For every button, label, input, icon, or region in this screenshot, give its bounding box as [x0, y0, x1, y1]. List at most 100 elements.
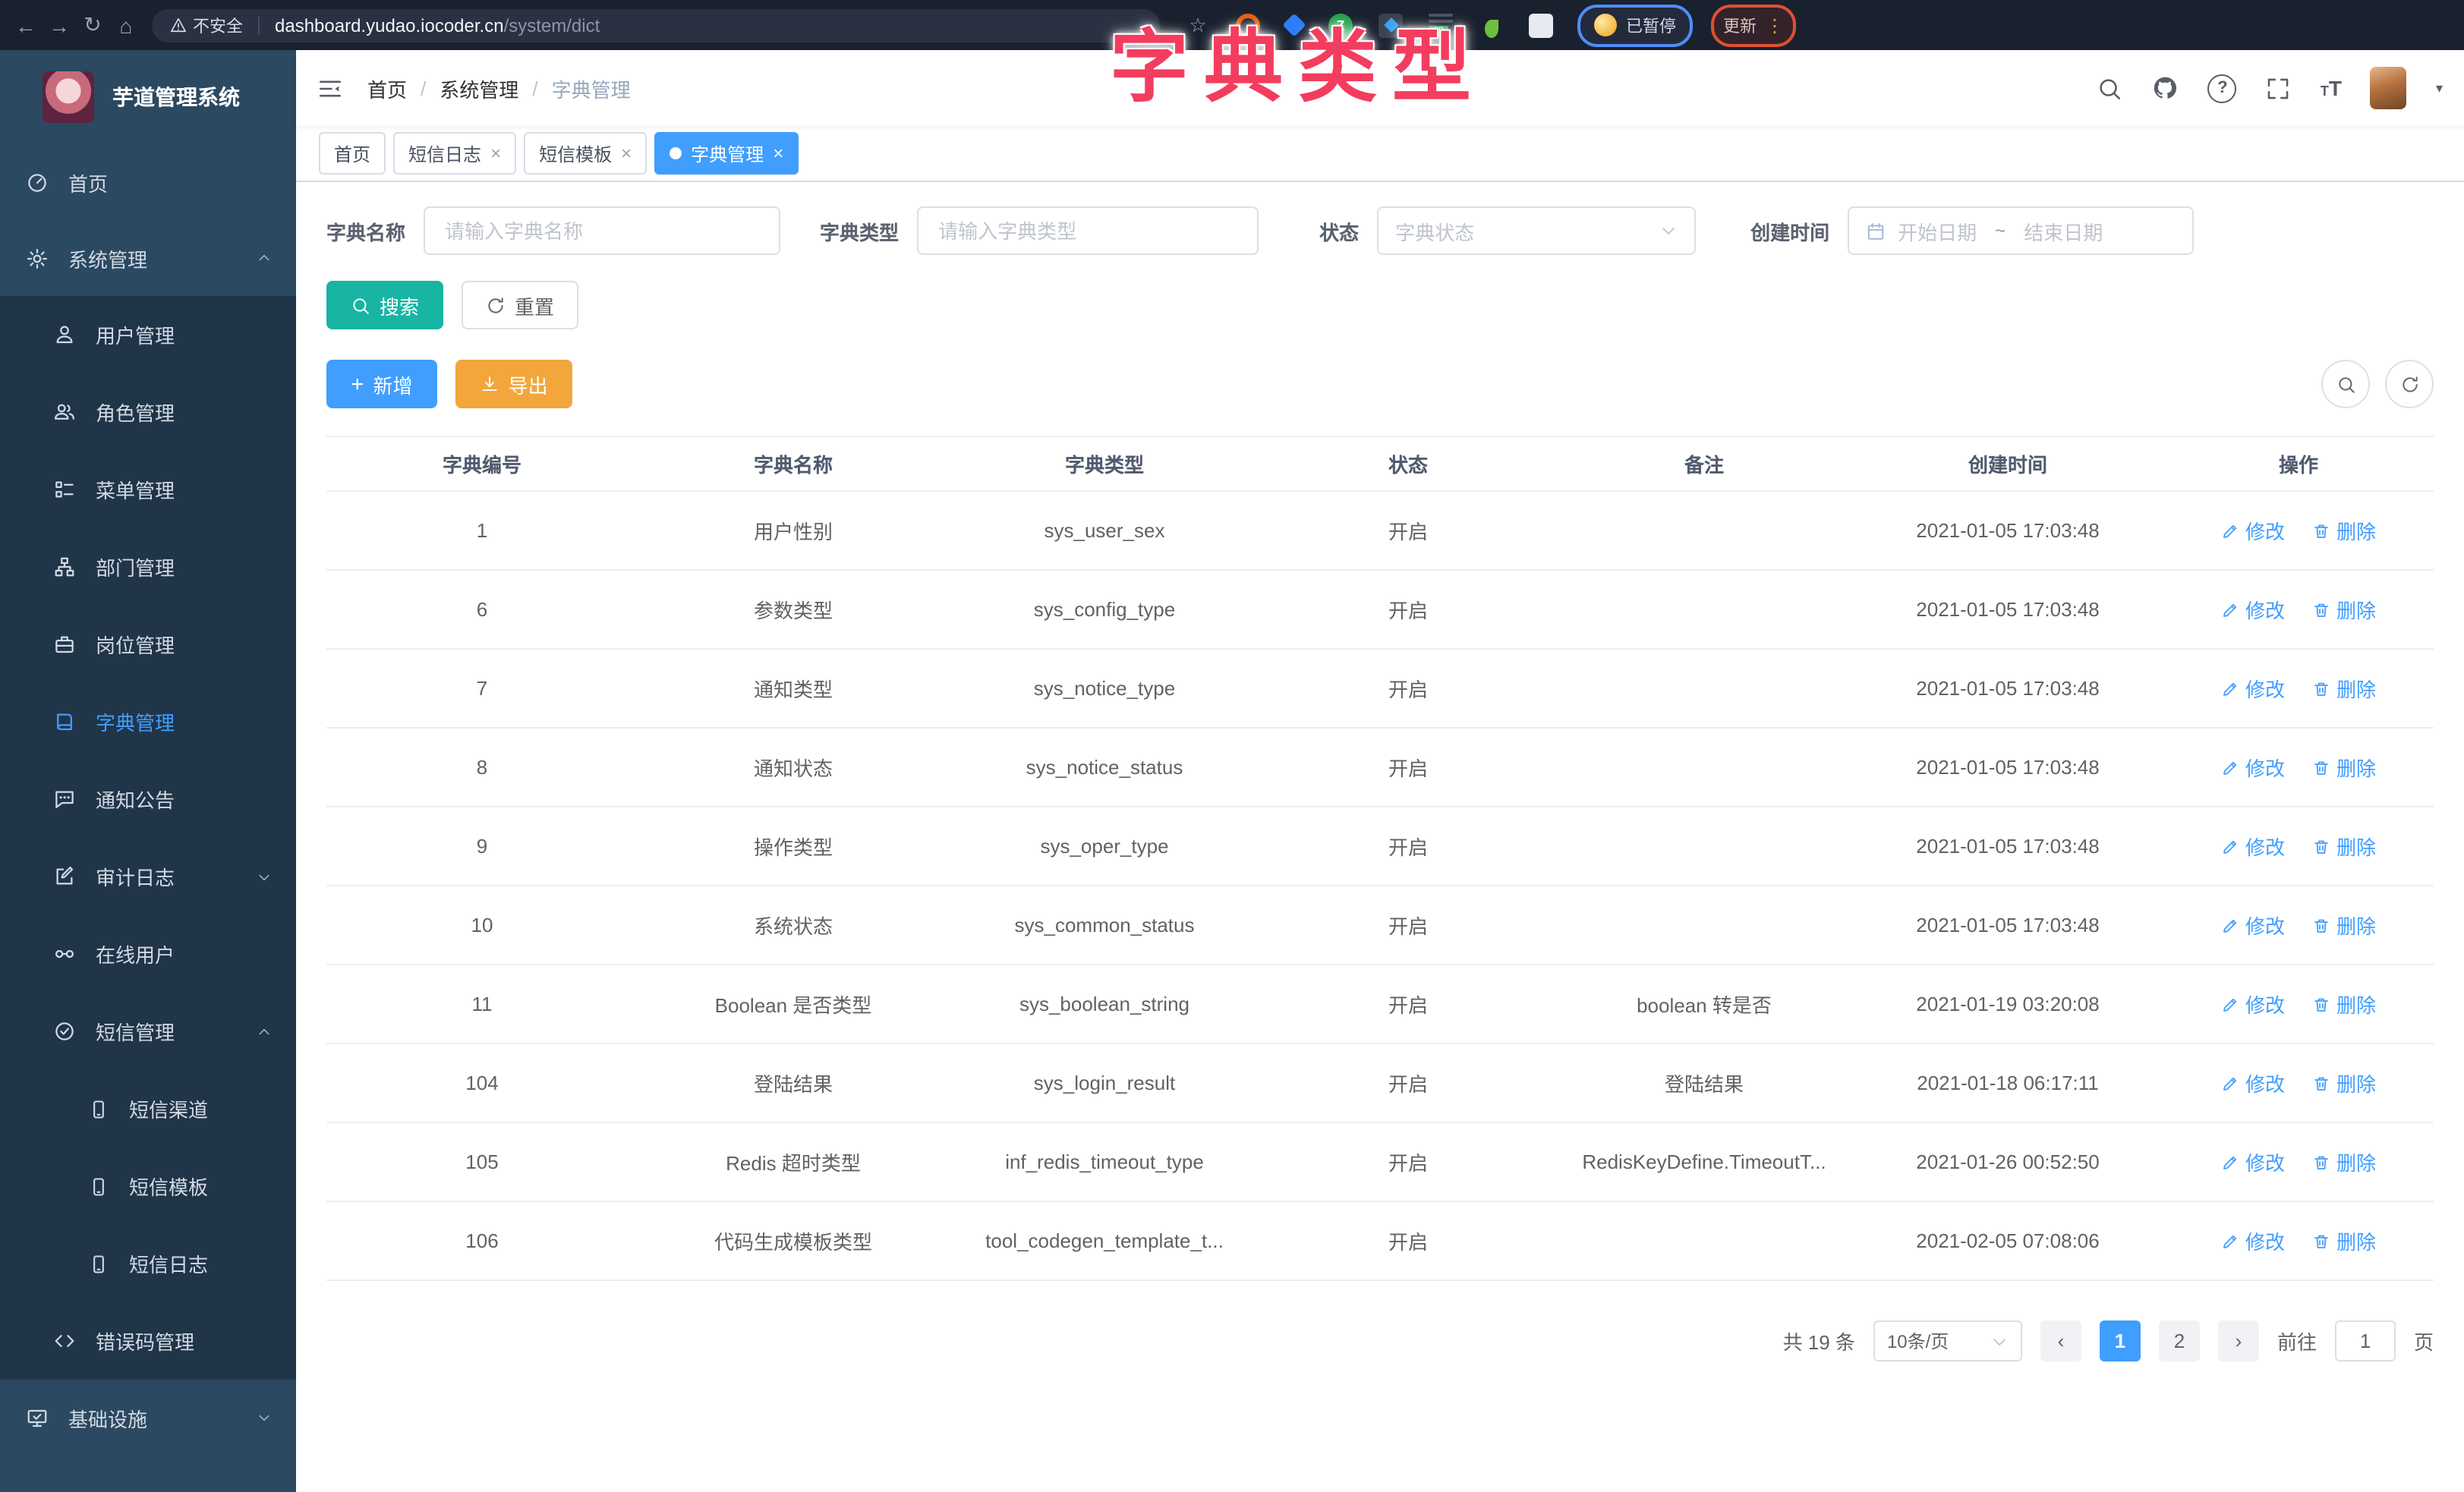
close-icon[interactable]: ×: [773, 143, 783, 164]
status-select[interactable]: 字典状态: [1377, 206, 1696, 255]
row-actions: 修改删除: [2163, 807, 2434, 886]
page-button-1[interactable]: 1: [2100, 1320, 2141, 1361]
dict-type-link[interactable]: sys_oper_type: [949, 807, 1260, 886]
sidebar-item-sms-mgmt[interactable]: 短信管理: [0, 993, 296, 1070]
search-button[interactable]: 搜索: [326, 281, 443, 329]
github-icon[interactable]: [2152, 74, 2179, 102]
dict-type-link[interactable]: sys_notice_type: [949, 649, 1260, 728]
sidebar-item-menu-mgmt[interactable]: 菜单管理: [0, 451, 296, 528]
tab-home[interactable]: 首页: [319, 132, 386, 175]
sidebar-item-notice[interactable]: 通知公告: [0, 760, 296, 838]
status-text: 开启: [1260, 491, 1556, 570]
edit-link[interactable]: 修改: [2221, 595, 2285, 624]
dict-type-link[interactable]: sys_login_result: [949, 1043, 1260, 1122]
breadcrumb-home[interactable]: 首页: [367, 74, 407, 102]
delete-link[interactable]: 删除: [2312, 990, 2376, 1018]
next-page-button[interactable]: ›: [2218, 1320, 2259, 1361]
col-dict-id: 字典编号: [326, 436, 638, 491]
page-content: 字典名称 字典类型 状态 字典状态 创建时间 开始日期 ~: [296, 182, 2464, 1361]
delete-link[interactable]: 删除: [2312, 1147, 2376, 1176]
dict-type-link[interactable]: sys_boolean_string: [949, 965, 1260, 1043]
delete-link[interactable]: 删除: [2312, 516, 2376, 545]
table-row: 7通知类型sys_notice_type开启2021-01-05 17:03:4…: [326, 649, 2434, 728]
sidebar-item-online-users[interactable]: 在线用户: [0, 915, 296, 993]
delete-link[interactable]: 删除: [2312, 1226, 2376, 1255]
dict-type-input[interactable]: [917, 206, 1259, 255]
sidebar-item-dict-mgmt[interactable]: 字典管理: [0, 683, 296, 760]
page-size-select[interactable]: 10条/页: [1873, 1320, 2022, 1361]
delete-link[interactable]: 删除: [2312, 595, 2376, 624]
browser-back-icon[interactable]: ←: [9, 13, 43, 37]
close-icon[interactable]: ×: [490, 143, 501, 164]
search-icon[interactable]: [2097, 75, 2123, 101]
edit-link[interactable]: 修改: [2221, 516, 2285, 545]
dict-type-field[interactable]: [935, 218, 1240, 244]
sidebar-item-audit-log[interactable]: 审计日志: [0, 838, 296, 915]
font-size-icon[interactable]: TT: [2321, 76, 2342, 100]
sidebar-item-home[interactable]: 首页: [0, 144, 296, 220]
date-range-picker[interactable]: 开始日期 ~ 结束日期: [1848, 206, 2194, 255]
sidebar-item-sms-channel[interactable]: 短信渠道: [0, 1070, 296, 1147]
row-actions: 修改删除: [2163, 1201, 2434, 1280]
tab-sms-log[interactable]: 短信日志×: [393, 132, 516, 175]
help-icon[interactable]: ?: [2208, 74, 2237, 102]
edit-link[interactable]: 修改: [2221, 832, 2285, 861]
extensions-puzzle-icon[interactable]: [1529, 13, 1553, 37]
show-search-button[interactable]: [2321, 360, 2370, 408]
not-secure-warning[interactable]: 不安全: [170, 13, 243, 37]
dict-type-link[interactable]: sys_config_type: [949, 570, 1260, 649]
delete-link[interactable]: 删除: [2312, 674, 2376, 703]
browser-menu-icon[interactable]: ⋮: [1766, 14, 1784, 36]
tab-dict-mgmt[interactable]: 字典管理×: [654, 132, 799, 175]
sidebar-item-role-mgmt[interactable]: 角色管理: [0, 373, 296, 451]
delete-link[interactable]: 删除: [2312, 753, 2376, 782]
profile-paused-badge[interactable]: 已暂停: [1577, 4, 1693, 46]
delete-link[interactable]: 删除: [2312, 832, 2376, 861]
sidebar-item-sms-template[interactable]: 短信模板: [0, 1147, 296, 1225]
browser-home-icon[interactable]: ⌂: [109, 13, 143, 37]
edit-link[interactable]: 修改: [2221, 990, 2285, 1018]
breadcrumb-system[interactable]: 系统管理: [440, 74, 518, 102]
sidebar-item-post-mgmt[interactable]: 岗位管理: [0, 606, 296, 683]
edit-link[interactable]: 修改: [2221, 674, 2285, 703]
add-button[interactable]: + 新增: [326, 360, 437, 408]
refresh-table-button[interactable]: [2385, 360, 2434, 408]
sidebar-item-error-code-mgmt[interactable]: 错误码管理: [0, 1302, 296, 1380]
address-bar[interactable]: 不安全 dashboard.yudao.iocoder.cn/system/di…: [152, 8, 1160, 42]
goto-page-input[interactable]: [2335, 1320, 2396, 1361]
fullscreen-icon[interactable]: [2266, 75, 2292, 101]
reset-button[interactable]: 重置: [462, 281, 578, 329]
edit-link[interactable]: 修改: [2221, 1069, 2285, 1097]
user-avatar[interactable]: [2371, 67, 2407, 109]
sidebar-item-infrastructure[interactable]: 基础设施: [0, 1380, 296, 1456]
edit-link[interactable]: 修改: [2221, 1226, 2285, 1255]
tab-sms-template[interactable]: 短信模板×: [524, 132, 647, 175]
app-logo-row[interactable]: 芋道管理系统: [0, 50, 296, 144]
dict-name-field[interactable]: [442, 218, 762, 244]
dict-type-link[interactable]: inf_redis_timeout_type: [949, 1122, 1260, 1201]
remark: [1556, 728, 1852, 807]
browser-forward-icon[interactable]: →: [43, 13, 76, 37]
browser-reload-icon[interactable]: ↻: [76, 12, 109, 38]
close-icon[interactable]: ×: [621, 143, 632, 164]
sidebar-item-dept-mgmt[interactable]: 部门管理: [0, 528, 296, 606]
dict-name-input[interactable]: [424, 206, 780, 255]
dict-type-link[interactable]: sys_notice_status: [949, 728, 1260, 807]
sidebar-item-sms-log[interactable]: 短信日志: [0, 1225, 296, 1302]
user-menu-caret-icon[interactable]: ▾: [2436, 80, 2443, 96]
delete-link[interactable]: 删除: [2312, 911, 2376, 940]
delete-link[interactable]: 删除: [2312, 1069, 2376, 1097]
prev-page-button[interactable]: ‹: [2040, 1320, 2081, 1361]
sidebar-item-user-mgmt[interactable]: 用户管理: [0, 296, 296, 373]
edit-link[interactable]: 修改: [2221, 911, 2285, 940]
sidebar-item-system-mgmt[interactable]: 系统管理: [0, 220, 296, 296]
edit-link[interactable]: 修改: [2221, 753, 2285, 782]
sidebar-collapse-icon[interactable]: [317, 75, 343, 101]
browser-update-badge[interactable]: 更新 ⋮: [1711, 4, 1796, 46]
dict-type-link[interactable]: sys_common_status: [949, 886, 1260, 965]
page-button-2[interactable]: 2: [2159, 1320, 2200, 1361]
export-button[interactable]: 导出: [455, 360, 572, 408]
dict-type-link[interactable]: tool_codegen_template_t...: [949, 1201, 1260, 1280]
edit-link[interactable]: 修改: [2221, 1147, 2285, 1176]
dict-type-link[interactable]: sys_user_sex: [949, 491, 1260, 570]
